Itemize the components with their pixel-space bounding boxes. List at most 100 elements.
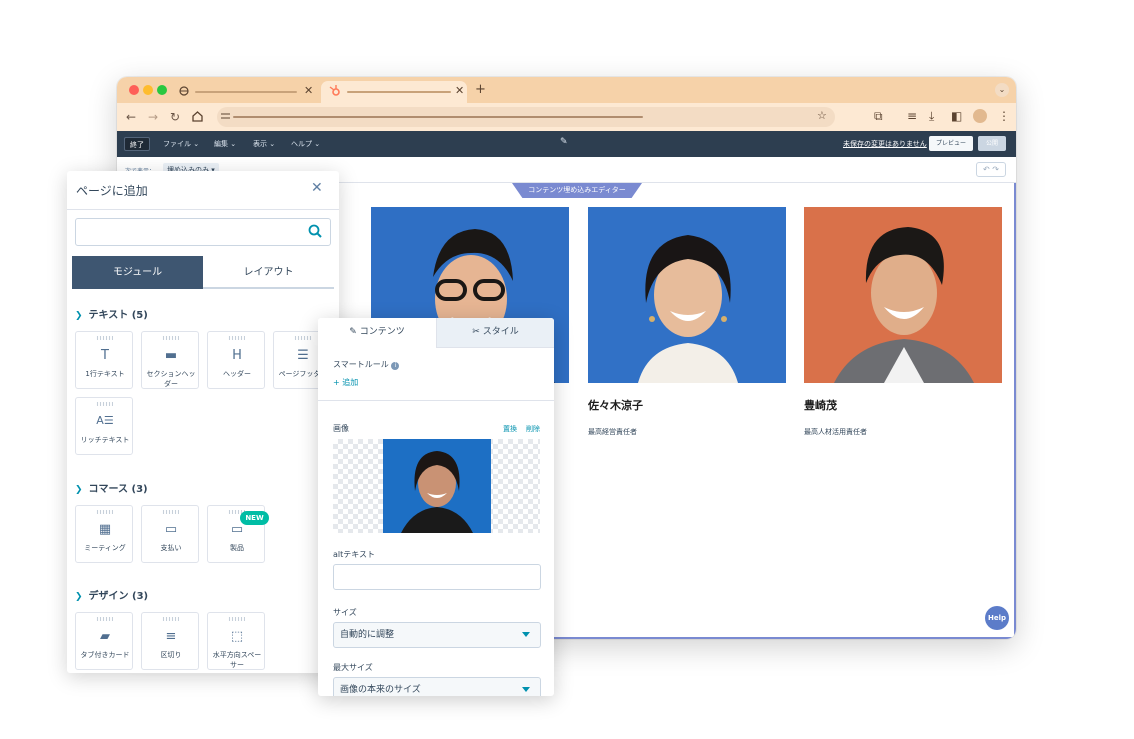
calendar-icon: ▦ [98, 522, 112, 537]
minimize-window-icon[interactable] [143, 85, 153, 95]
back-icon[interactable]: ← [126, 110, 136, 124]
team-photo-3[interactable] [804, 207, 1002, 383]
divider [67, 209, 339, 210]
size-select[interactable]: 自動的に調整 [333, 622, 541, 648]
team-photo-2[interactable] [588, 207, 786, 383]
drag-handle-icon [162, 617, 179, 621]
maximize-window-icon[interactable] [157, 85, 167, 95]
menu-file-label: ファイル [163, 140, 191, 148]
divider-icon: ≡ [165, 629, 177, 644]
caret-down-icon [522, 632, 530, 637]
credit-card-icon: ▭ [164, 522, 178, 537]
module-payments[interactable]: ▭ 支払い [141, 505, 199, 563]
home-icon[interactable] [192, 111, 203, 122]
size-select-value: 自動的に調整 [340, 630, 395, 640]
module-rich-text[interactable]: A☰ リッチテキスト [75, 397, 133, 455]
menu-view-label: 表示 [253, 140, 267, 148]
tab-contents[interactable]: ✎ コンテンツ [318, 318, 436, 348]
person-role-1: 最高経営責任者 [588, 428, 637, 436]
tab-title-placeholder [347, 91, 451, 93]
new-tab-icon[interactable]: + [475, 82, 486, 97]
extensions-icon[interactable]: ⧉ [874, 109, 883, 124]
folder-icon: ▰ [100, 629, 110, 644]
undo-redo-buttons[interactable]: ↶ ↷ [976, 162, 1006, 177]
alt-text-input[interactable] [333, 564, 541, 590]
portrait-man-laughing [834, 227, 974, 383]
editor-tag: コンテンツ埋め込みエディター [512, 183, 642, 198]
site-info-icon[interactable] [221, 112, 230, 121]
url-field[interactable]: ☆ [217, 107, 835, 127]
max-size-label: 最大サイズ [333, 663, 373, 672]
globe-icon [179, 86, 189, 96]
drag-handle-icon [228, 617, 245, 621]
pencil-icon[interactable]: ✎ [560, 137, 568, 147]
category-commerce[interactable]: ❯ コマース (3) [75, 480, 148, 495]
smart-rules-label: スマートルール i [333, 359, 400, 370]
module-horizontal-spacer[interactable]: ⬚ 水平方向スペーサー [207, 612, 265, 670]
module-single-line-text[interactable]: T 1行テキスト [75, 331, 133, 389]
add-to-page-panel: ページに追加 ✕ モジュール レイアウト ❯ テキスト (5) T 1行テキスト ▬… [67, 171, 339, 673]
browser-tab-2[interactable]: ✕ [321, 81, 467, 103]
tab-layouts[interactable]: レイアウト [203, 256, 334, 289]
help-button[interactable]: Help [985, 606, 1009, 630]
forward-icon[interactable]: → [148, 110, 158, 124]
category-design-label: デザイン (3) [88, 591, 149, 602]
add-rule-text: 追加 [342, 378, 359, 387]
info-icon[interactable]: i [391, 362, 400, 370]
drag-handle-icon [228, 336, 245, 340]
close-window-icon[interactable] [129, 85, 139, 95]
tab-style[interactable]: ✂ スタイル [436, 318, 554, 348]
tab-style-label: スタイル [482, 327, 519, 337]
more-menu-icon[interactable]: ⋮ [998, 109, 1010, 123]
replace-link[interactable]: 置換 [503, 424, 517, 434]
module-label: セクションヘッダー [146, 370, 196, 388]
menu-help[interactable]: ヘルプ ⌄ [291, 139, 320, 149]
close-icon[interactable]: ✕ [311, 180, 323, 196]
category-design[interactable]: ❯ デザイン (3) [75, 587, 148, 602]
hubspot-logo-icon [329, 85, 340, 96]
module-label: タブ付きカード [80, 651, 130, 659]
add-rule-link[interactable]: + 追加 [333, 377, 358, 388]
tab-search-icon[interactable]: ⌄ [995, 83, 1009, 97]
person-role-2: 最高人材活用責任者 [804, 428, 867, 436]
module-meetings[interactable]: ▦ ミーティング [75, 505, 133, 563]
side-panel-icon[interactable]: ◧ [951, 109, 962, 123]
module-divider[interactable]: ≡ 区切り [141, 612, 199, 670]
exit-button[interactable]: 終了 [124, 137, 150, 151]
unsaved-status[interactable]: 未保存の変更はありません [843, 139, 927, 149]
close-tab-icon[interactable]: ✕ [455, 84, 464, 97]
tab-contents-label: コンテンツ [359, 327, 405, 337]
category-text[interactable]: ❯ テキスト (5) [75, 306, 148, 321]
max-size-select-value: 画像の本来のサイズ [340, 685, 421, 695]
browser-tab-bar: ✕ ✕ + ⌄ [117, 77, 1016, 103]
image-preview[interactable] [333, 439, 540, 533]
portrait-woman-short-hair [638, 235, 738, 383]
reading-list-icon[interactable]: ≡ [907, 109, 917, 123]
max-size-select[interactable]: 画像の本来のサイズ [333, 677, 541, 696]
header-h-icon: H [232, 348, 242, 363]
menu-view[interactable]: 表示 ⌄ [253, 139, 275, 149]
category-commerce-label: コマース (3) [88, 484, 148, 495]
tab-modules[interactable]: モジュール [72, 256, 203, 289]
module-label: 製品 [230, 544, 244, 552]
profile-avatar[interactable] [973, 109, 987, 123]
spacer-icon: ⬚ [230, 629, 244, 644]
module-label: 水平方向スペーサー [212, 651, 262, 669]
menu-file[interactable]: ファイル ⌄ [163, 139, 199, 149]
module-section-header[interactable]: ▬ セクションヘッダー [141, 331, 199, 389]
alt-text-label: altテキスト [333, 550, 376, 559]
module-tabbed-card[interactable]: ▰ タブ付きカード [75, 612, 133, 670]
delete-link[interactable]: 削除 [526, 424, 540, 434]
preview-button[interactable]: プレビュー [929, 136, 973, 151]
browser-tab-1[interactable]: ✕ [173, 81, 318, 103]
publish-button[interactable]: 公開 [978, 136, 1006, 151]
reload-icon[interactable]: ↻ [170, 110, 180, 124]
close-tab-icon[interactable]: ✕ [304, 84, 313, 97]
menu-edit[interactable]: 編集 ⌄ [214, 139, 236, 149]
download-icon[interactable]: ⤓ [929, 109, 934, 124]
module-header[interactable]: H ヘッダー [207, 331, 265, 389]
bookmark-star-icon[interactable]: ☆ [817, 109, 827, 122]
module-search-input[interactable] [75, 218, 331, 246]
chevron-down-icon: ❯ [75, 592, 83, 602]
drag-handle-icon [96, 336, 113, 340]
